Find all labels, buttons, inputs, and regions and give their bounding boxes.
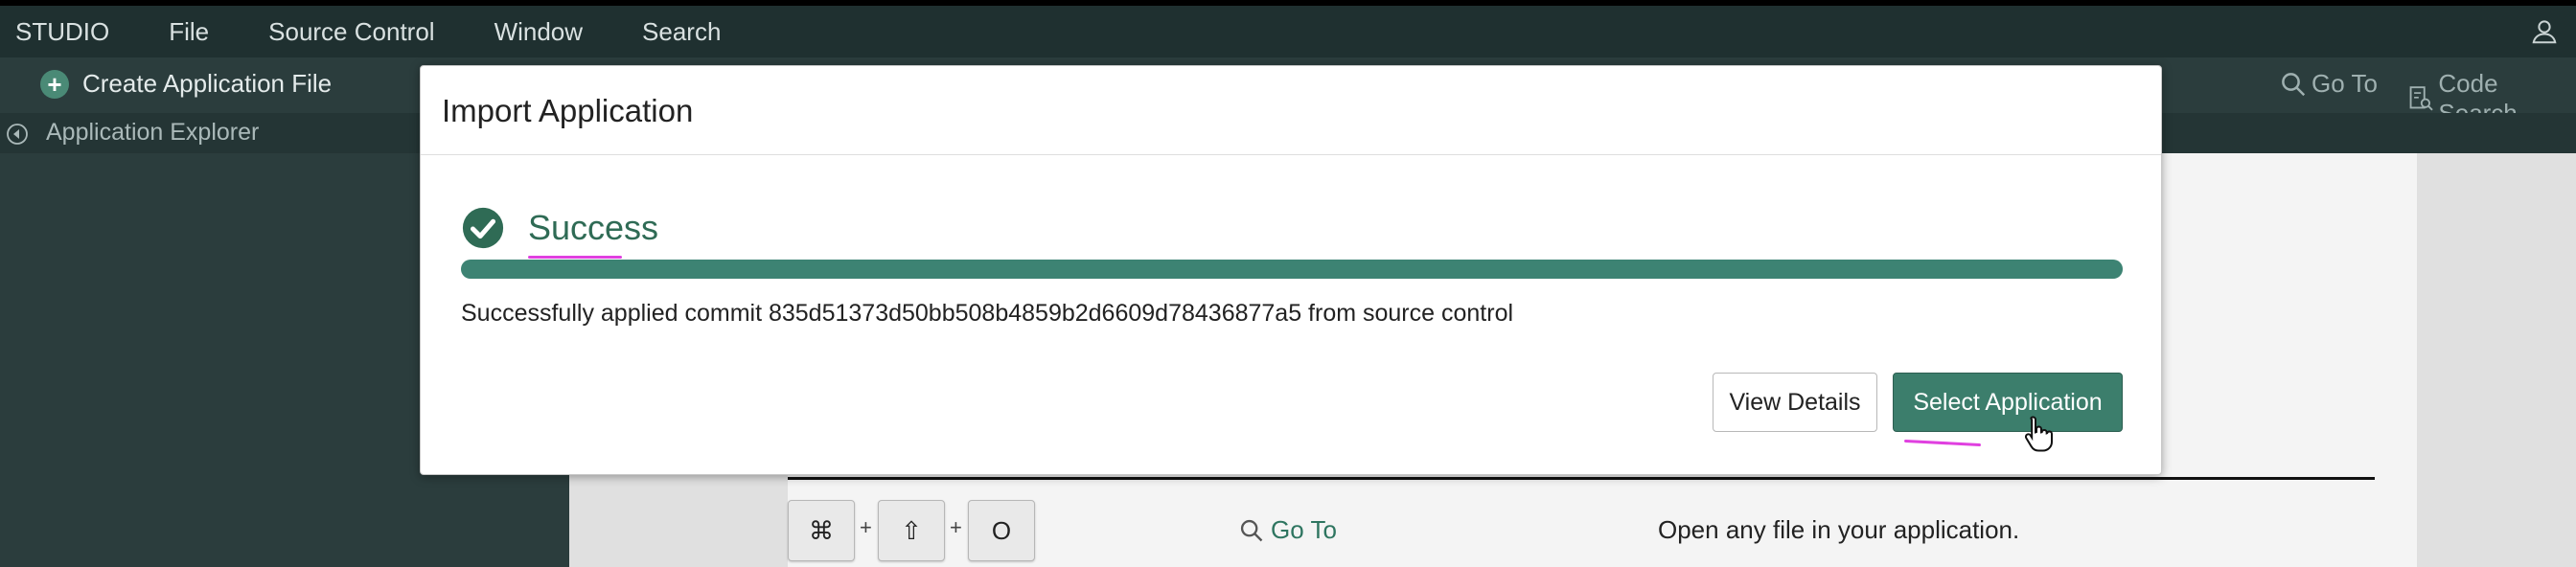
key-shift: ⇧ xyxy=(878,500,945,561)
code-search-icon xyxy=(2409,86,2433,111)
annotation-underline xyxy=(528,256,622,259)
menu-source-control[interactable]: Source Control xyxy=(268,17,434,47)
key-separator: + xyxy=(950,515,962,539)
commit-message: Successfully applied commit 835d51373d50… xyxy=(461,300,1514,327)
pointer-cursor-icon xyxy=(2024,416,2053,452)
menu-bar: STUDIO File Source Control Window Search xyxy=(0,6,2576,57)
check-circle-icon xyxy=(462,207,504,249)
collapse-icon[interactable] xyxy=(6,123,29,146)
menu-studio[interactable]: STUDIO xyxy=(15,17,109,47)
status-text: Success xyxy=(528,208,659,247)
goto-button[interactable]: Go To xyxy=(2279,69,2378,99)
user-icon[interactable] xyxy=(2530,17,2559,46)
progress-bar xyxy=(461,260,2123,279)
hint-description: Open any file in your application. xyxy=(1658,515,2020,544)
dialog-title: Import Application xyxy=(442,93,694,128)
select-application-button[interactable]: Select Application xyxy=(1893,373,2123,432)
divider xyxy=(788,477,2375,480)
search-icon xyxy=(2282,72,2306,96)
status-row: Success xyxy=(461,206,659,259)
create-application-file-button[interactable]: + Create Application File xyxy=(40,69,332,99)
menu-file[interactable]: File xyxy=(169,17,209,47)
import-application-dialog: Import Application Success Successfully … xyxy=(420,65,2162,475)
menu-window[interactable]: Window xyxy=(494,17,583,47)
key-o: O xyxy=(968,500,1035,561)
plus-icon: + xyxy=(40,69,69,99)
goto-label: Go To xyxy=(2312,69,2378,98)
key-separator: + xyxy=(860,515,872,539)
hint-goto-link[interactable]: Go To xyxy=(1238,515,1337,545)
hint-goto-label: Go To xyxy=(1271,515,1337,544)
key-command: ⌘ xyxy=(788,500,855,561)
view-details-button[interactable]: View Details xyxy=(1713,373,1877,432)
search-icon xyxy=(1240,519,1263,541)
create-application-file-label: Create Application File xyxy=(82,69,333,98)
application-explorer-title: Application Explorer xyxy=(46,119,260,146)
status-label: Success xyxy=(528,208,659,259)
annotation-underline xyxy=(1903,439,1982,447)
progress-fill xyxy=(461,260,2123,279)
menu-search[interactable]: Search xyxy=(642,17,721,47)
dialog-header: Import Application xyxy=(421,66,2161,155)
